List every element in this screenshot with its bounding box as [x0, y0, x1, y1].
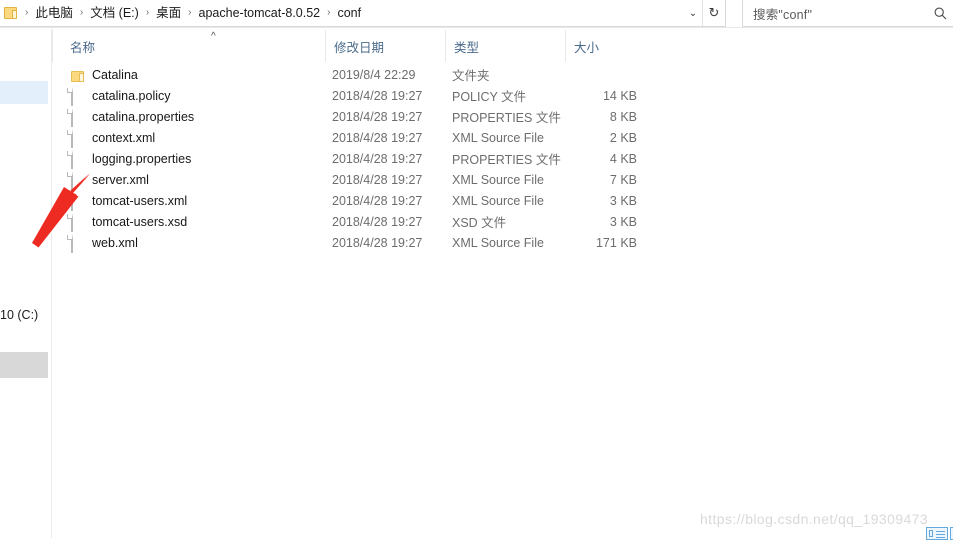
file-name[interactable]: server.xml: [92, 173, 149, 187]
breadcrumb-item-2[interactable]: 桌面: [153, 3, 184, 23]
table-row[interactable]: catalina.policy 2018/4/28 19:27 POLICY 文…: [52, 85, 953, 106]
file-name[interactable]: web.xml: [92, 236, 138, 250]
file-date: 2018/4/28 19:27: [332, 109, 423, 124]
file-date: 2018/4/28 19:27: [332, 130, 423, 145]
file-icon: [71, 171, 86, 190]
column-header-date-label: 修改日期: [334, 40, 385, 55]
search-input[interactable]: 搜索"conf": [743, 4, 927, 23]
file-type: PROPERTIES 文件: [452, 153, 561, 167]
sidebar-item-label[interactable]: 10 (C:): [0, 308, 50, 322]
file-icon: [71, 192, 86, 211]
breadcrumb-separator-1: ›: [79, 7, 84, 18]
sidebar-item-selected[interactable]: [0, 81, 48, 104]
breadcrumb-separator-3: ›: [188, 7, 192, 18]
chevron-down-icon[interactable]: ⌄: [684, 0, 702, 26]
details-view-icon[interactable]: [926, 527, 948, 540]
breadcrumb-item-3[interactable]: apache-tomcat-8.0.52: [196, 3, 324, 23]
folder-icon: [4, 6, 19, 20]
file-icon: [71, 234, 86, 253]
breadcrumb-item-4[interactable]: conf: [334, 3, 364, 23]
file-name[interactable]: catalina.properties: [92, 110, 194, 124]
refresh-icon[interactable]: ↻: [702, 0, 725, 26]
file-size: 171 KB: [595, 235, 637, 250]
file-name[interactable]: logging.properties: [92, 152, 191, 166]
file-type: XML Source File: [452, 130, 544, 145]
file-icon: [71, 150, 86, 169]
address-toolbar: › 此电脑 › 文档 (E:) › 桌面 › apache-tomcat-8.0…: [0, 0, 953, 28]
watermark-text: https://blog.csdn.net/qq_19309473: [700, 511, 929, 527]
file-name[interactable]: Catalina: [92, 68, 138, 82]
table-row[interactable]: logging.properties 2018/4/28 19:27 PROPE…: [52, 148, 953, 169]
breadcrumb-separator-4: ›: [327, 7, 331, 18]
column-header-name-label: 名称: [70, 40, 96, 55]
search-box[interactable]: 搜索"conf": [742, 0, 953, 27]
column-header-date[interactable]: 修改日期: [325, 30, 445, 62]
file-type: POLICY 文件: [452, 90, 527, 104]
file-size: 3 KB: [609, 214, 637, 229]
navigation-pane[interactable]: 10 (C:): [0, 28, 52, 538]
file-date: 2018/4/28 19:27: [332, 172, 423, 187]
file-list[interactable]: Catalina 2019/8/4 22:29 文件夹 catalina.pol…: [52, 64, 953, 253]
sort-ascending-icon: ^: [211, 31, 216, 42]
file-icon: [71, 108, 86, 127]
table-row[interactable]: catalina.properties 2018/4/28 19:27 PROP…: [52, 106, 953, 127]
address-bar[interactable]: › 此电脑 › 文档 (E:) › 桌面 › apache-tomcat-8.0…: [0, 0, 726, 27]
breadcrumb-separator-0: ›: [25, 7, 29, 18]
file-size: 2 KB: [609, 130, 637, 145]
file-size: 3 KB: [609, 193, 637, 208]
file-date: 2018/4/28 19:27: [332, 193, 423, 208]
file-size: 14 KB: [602, 88, 637, 103]
file-icon: [71, 213, 86, 232]
breadcrumb[interactable]: › 此电脑 › 文档 (E:) › 桌面 › apache-tomcat-8.0…: [0, 3, 684, 23]
file-name[interactable]: tomcat-users.xsd: [92, 215, 187, 229]
file-icon: [71, 87, 86, 106]
breadcrumb-item-0[interactable]: 此电脑: [32, 3, 76, 23]
column-header-name[interactable]: 名称 ^: [70, 30, 325, 62]
table-row[interactable]: context.xml 2018/4/28 19:27 XML Source F…: [52, 127, 953, 148]
file-type: XML Source File: [452, 172, 544, 187]
file-type: PROPERTIES 文件: [452, 111, 561, 125]
sidebar-item-highlight[interactable]: [0, 352, 48, 378]
file-size: 7 KB: [609, 172, 637, 187]
column-header-divider: [52, 30, 54, 62]
table-row[interactable]: tomcat-users.xsd 2018/4/28 19:27 XSD 文件 …: [52, 211, 953, 232]
file-date: 2018/4/28 19:27: [332, 88, 423, 103]
table-row[interactable]: tomcat-users.xml 2018/4/28 19:27 XML Sou…: [52, 190, 953, 211]
file-size: 8 KB: [609, 109, 637, 124]
file-name[interactable]: tomcat-users.xml: [92, 194, 187, 208]
table-row[interactable]: web.xml 2018/4/28 19:27 XML Source File …: [52, 232, 953, 253]
table-row[interactable]: server.xml 2018/4/28 19:27 XML Source Fi…: [52, 169, 953, 190]
file-name[interactable]: catalina.policy: [92, 89, 171, 103]
column-header-size-label: 大小: [574, 40, 600, 55]
file-name[interactable]: context.xml: [92, 131, 155, 145]
file-date: 2018/4/28 19:27: [332, 235, 423, 250]
breadcrumb-separator-2: ›: [145, 7, 150, 18]
file-icon: [71, 129, 86, 148]
file-date: 2018/4/28 19:27: [332, 151, 423, 166]
file-type: XML Source File: [452, 193, 544, 208]
breadcrumb-item-1[interactable]: 文档 (E:): [87, 3, 142, 23]
table-row[interactable]: Catalina 2019/8/4 22:29 文件夹: [52, 64, 953, 85]
column-header-type-label: 类型: [454, 40, 480, 55]
column-header-type[interactable]: 类型: [445, 30, 565, 62]
file-type: 文件夹: [452, 69, 490, 83]
folder-icon: [71, 67, 86, 83]
file-date: 2018/4/28 19:27: [332, 214, 423, 229]
file-date: 2019/8/4 22:29: [332, 67, 416, 82]
column-header-row: 名称 ^ 修改日期 类型 大小: [52, 30, 953, 62]
file-type: XSD 文件: [452, 216, 507, 230]
file-type: XML Source File: [452, 235, 544, 250]
file-size: 4 KB: [609, 151, 637, 166]
search-icon[interactable]: [927, 7, 953, 20]
column-header-size[interactable]: 大小: [565, 30, 645, 62]
